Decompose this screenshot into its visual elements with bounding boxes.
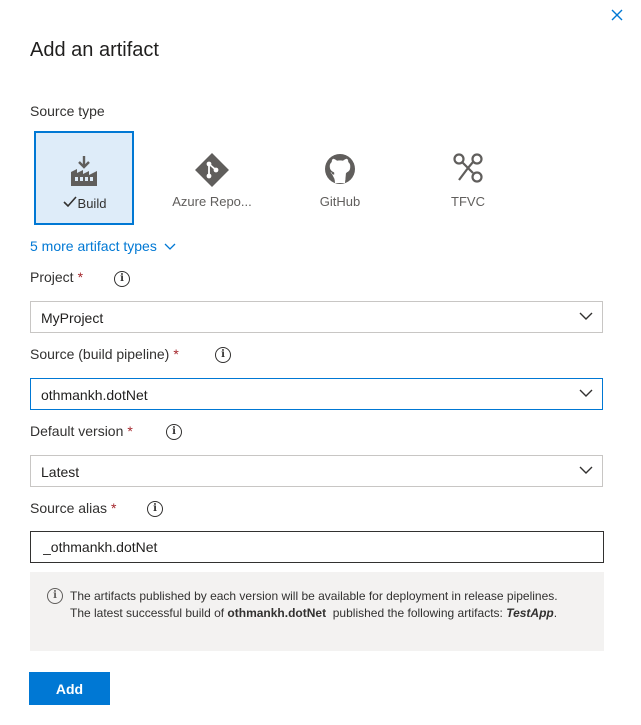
close-icon xyxy=(611,9,623,21)
github-icon xyxy=(325,154,355,184)
tile-label: Build xyxy=(36,196,132,211)
required-marker: * xyxy=(127,423,133,439)
chevron-down-icon xyxy=(164,243,176,250)
chevron-down-icon xyxy=(579,466,593,474)
panel-title: Add an artifact xyxy=(30,39,159,61)
tfvc-icon xyxy=(453,153,483,183)
required-marker: * xyxy=(77,269,84,285)
more-artifact-types-link[interactable]: 5 more artifact types xyxy=(30,238,176,254)
default-version-label: Default version * xyxy=(30,423,133,439)
build-icon xyxy=(71,156,97,186)
required-marker: * xyxy=(173,346,179,362)
source-alias-input[interactable] xyxy=(30,531,604,563)
notice-text: The artifacts published by each version … xyxy=(70,589,558,620)
tile-label: GitHub xyxy=(319,194,361,209)
project-label: Project * xyxy=(30,269,84,285)
chevron-down-icon xyxy=(579,312,593,320)
source-type-label: Source type xyxy=(30,103,105,119)
source-info-icon[interactable]: i xyxy=(215,347,231,363)
source-alias-label: Source alias * xyxy=(30,500,117,516)
source-label: Source (build pipeline) * xyxy=(30,346,179,362)
project-dropdown-value: MyProject xyxy=(41,310,104,326)
default-version-dropdown-value: Latest xyxy=(41,464,80,480)
source-dropdown-value: othmankh.dotNet xyxy=(41,387,148,403)
pipeline-name: othmankh.dotNet xyxy=(227,606,327,620)
project-dropdown[interactable]: MyProject xyxy=(30,301,603,333)
source-type-tfvc-tile[interactable]: TFVC xyxy=(418,131,518,225)
source-type-build-tile[interactable]: Build xyxy=(34,131,134,225)
default-version-dropdown[interactable]: Latest xyxy=(30,455,603,487)
tile-label: Azure Repo... xyxy=(172,194,252,209)
close-button[interactable] xyxy=(606,4,628,26)
source-type-azure-repos-tile[interactable]: Azure Repo... xyxy=(162,131,262,225)
checkmark-icon xyxy=(62,196,78,211)
required-marker: * xyxy=(111,500,117,516)
add-button[interactable]: Add xyxy=(29,672,110,705)
source-type-github-tile[interactable]: GitHub xyxy=(290,131,390,225)
info-icon: i xyxy=(47,588,63,604)
project-info-icon[interactable]: i xyxy=(114,271,130,287)
artifact-name: TestApp xyxy=(506,606,554,620)
git-icon xyxy=(195,153,229,187)
source-dropdown[interactable]: othmankh.dotNet xyxy=(30,378,603,410)
artifact-info-notice: i The artifacts published by each versio… xyxy=(30,572,604,651)
default-version-info-icon[interactable]: i xyxy=(166,424,182,440)
chevron-down-icon xyxy=(579,389,593,397)
tile-label: TFVC xyxy=(451,194,485,209)
source-alias-info-icon[interactable]: i xyxy=(147,501,163,517)
